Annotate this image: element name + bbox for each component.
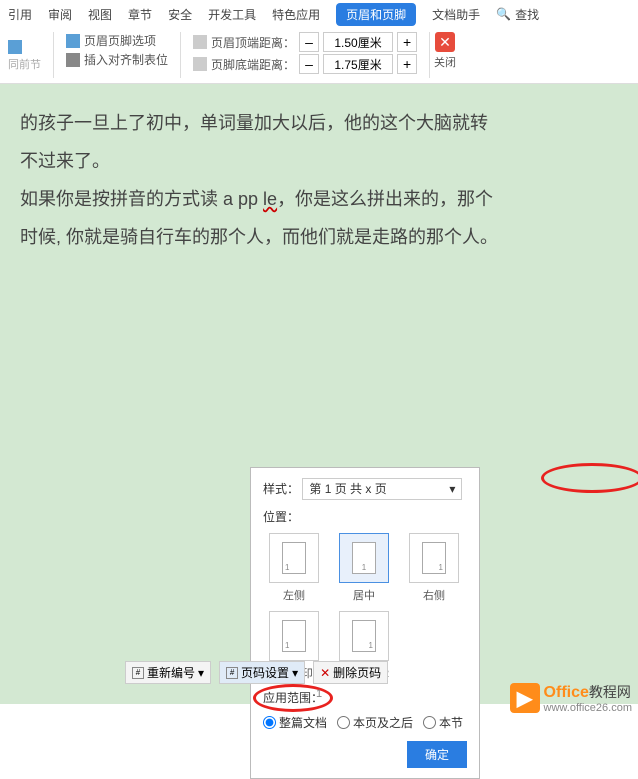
document-area: 的孩子一旦上了初中，单词量加大以后，他的这个大脑就转 不过来了。 如果你是按拼音… bbox=[0, 84, 638, 704]
thumb-居中[interactable]: 1居中 bbox=[333, 533, 395, 603]
watermark: ▶ Office教程网 www.office26.com bbox=[510, 682, 632, 714]
menu-bar: 引用审阅视图章节安全开发工具特色应用页眉和页脚文档助手 🔍查找 bbox=[0, 0, 638, 28]
ribbon: 同前节 页眉页脚选项 插入对齐制表位 页眉顶端距离： – + 页脚底端距离： –… bbox=[0, 28, 638, 84]
menu-item[interactable]: 引用 bbox=[8, 6, 32, 23]
menu-item[interactable]: 特色应用 bbox=[272, 6, 320, 23]
same-section-label: 同前节 bbox=[8, 56, 41, 72]
renumber-icon: # bbox=[132, 667, 144, 679]
menu-item[interactable]: 章节 bbox=[128, 6, 152, 23]
top-dist-input[interactable] bbox=[323, 32, 393, 52]
annotation-circle-1 bbox=[541, 463, 638, 493]
page-setup-icon: # bbox=[226, 667, 238, 679]
options-icon bbox=[66, 34, 80, 48]
menu-item[interactable]: 开发工具 bbox=[208, 6, 256, 23]
bot-dist-input[interactable] bbox=[323, 54, 393, 74]
top-dist-increase[interactable]: + bbox=[397, 32, 417, 52]
menu-item[interactable]: 审阅 bbox=[48, 6, 72, 23]
close-label: 关闭 bbox=[434, 54, 456, 70]
insert-align-label: 插入对齐制表位 bbox=[84, 51, 168, 68]
scope-label: 应用范围： bbox=[263, 689, 323, 706]
menu-item[interactable]: 视图 bbox=[88, 6, 112, 23]
ok-button[interactable]: 确定 bbox=[407, 741, 467, 768]
hf-options-button[interactable]: 页眉页脚选项 bbox=[66, 32, 168, 49]
page-number: 1 bbox=[316, 688, 322, 700]
bot-dist-decrease[interactable]: – bbox=[299, 54, 319, 74]
top-dist-label: 页眉顶端距离： bbox=[211, 34, 295, 51]
renumber-button[interactable]: #重新编号▾ bbox=[125, 661, 211, 684]
thumb-右侧[interactable]: 1右侧 bbox=[403, 533, 465, 603]
page-setup-button[interactable]: #页码设置▾ bbox=[219, 661, 305, 684]
insert-align-button[interactable]: 插入对齐制表位 bbox=[66, 51, 168, 68]
search-icon: 🔍 bbox=[496, 7, 511, 21]
position-label: 位置： bbox=[263, 508, 299, 525]
bot-dist-increase[interactable]: + bbox=[397, 54, 417, 74]
radio-整篇文档[interactable]: 整篇文档 bbox=[263, 714, 327, 731]
style-label: 样式： bbox=[263, 480, 299, 497]
thumb-label: 右侧 bbox=[423, 587, 445, 603]
bot-dist-label: 页脚底端距离： bbox=[211, 56, 295, 73]
align-icon bbox=[66, 53, 80, 67]
close-icon: ✕ bbox=[435, 32, 455, 52]
tab-header-footer[interactable]: 页眉和页脚 bbox=[336, 3, 416, 26]
watermark-logo: ▶ bbox=[510, 683, 540, 713]
menu-item[interactable]: 安全 bbox=[168, 6, 192, 23]
delete-button[interactable]: ✕删除页码 bbox=[313, 661, 388, 684]
doc-assistant[interactable]: 文档助手 bbox=[432, 6, 480, 23]
thumb-左侧[interactable]: 1左侧 bbox=[263, 533, 325, 603]
page-number-popup: 样式： 第 1 页 共 x 页 位置： 1左侧1居中1右侧1双面打印11双面打印… bbox=[250, 467, 480, 779]
paragraph-1: 的孩子一旦上了初中，单词量加大以后，他的这个大脑就转 不过来了。 bbox=[20, 104, 618, 180]
section-icon bbox=[8, 40, 22, 54]
radio-本节[interactable]: 本节 bbox=[423, 714, 463, 731]
thumb-label: 左侧 bbox=[283, 587, 305, 603]
bot-dist-icon bbox=[193, 57, 207, 71]
delete-icon: ✕ bbox=[320, 666, 330, 680]
top-dist-decrease[interactable]: – bbox=[299, 32, 319, 52]
search-button[interactable]: 🔍查找 bbox=[496, 6, 539, 23]
radio-本页及之后[interactable]: 本页及之后 bbox=[337, 714, 413, 731]
paragraph-2: 如果你是按拼音的方式读 a pp le，你是这么拼出来的，那个 时候, 你就是骑… bbox=[20, 180, 618, 256]
thumb-label: 居中 bbox=[353, 587, 375, 603]
style-select[interactable]: 第 1 页 共 x 页 bbox=[302, 478, 462, 500]
close-button[interactable]: ✕ 关闭 bbox=[434, 32, 456, 70]
footer-toolbar: #重新编号▾ #页码设置▾ ✕删除页码 bbox=[125, 661, 388, 684]
top-dist-icon bbox=[193, 35, 207, 49]
hf-options-label: 页眉页脚选项 bbox=[84, 32, 156, 49]
